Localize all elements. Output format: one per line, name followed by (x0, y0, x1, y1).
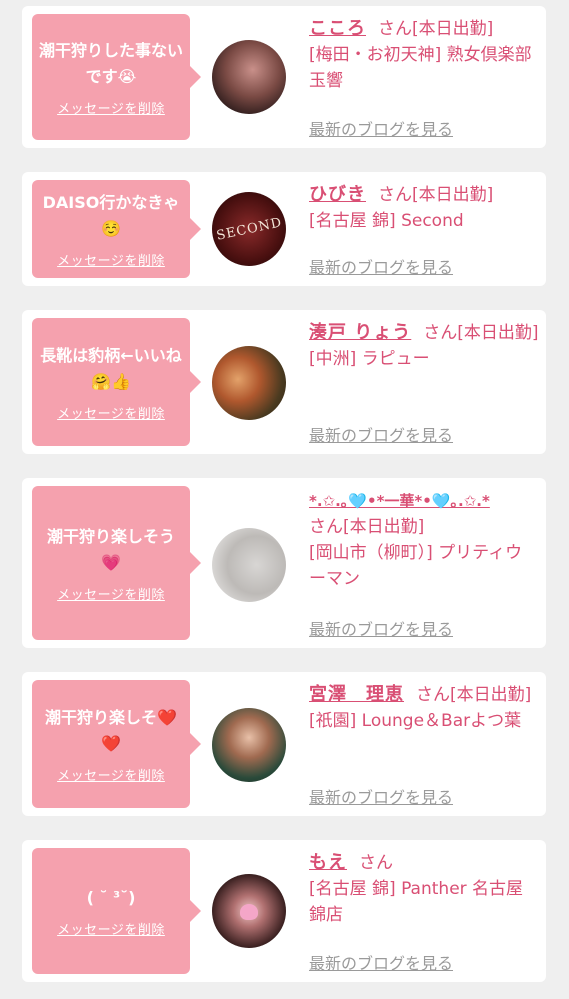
message-bubble: 長靴は豹柄←いいね🤗👍 メッセージを削除 (32, 318, 201, 446)
delete-message-link[interactable]: メッセージを削除 (57, 919, 165, 938)
latest-blog-link[interactable]: 最新のブログを見る (309, 950, 453, 974)
message-bubble: ( ˘ ³˘) メッセージを削除 (32, 848, 201, 974)
honorific: さん (359, 853, 393, 873)
message-text: 潮干狩り楽しそ❤️❤️ (45, 707, 177, 753)
shop-name: [名古屋 錦] Panther 名古屋錦店 (309, 879, 524, 925)
avatar-logo-text: SECOND (214, 214, 284, 244)
cast-info: *.✩.｡🩵•*一華*•🩵｡.✩.* さん[本日出勤] [岡山市（柳町）] プリ… (309, 488, 539, 592)
status-text: [本日出勤] (457, 323, 539, 343)
cast-name-link[interactable]: *.✩.｡🩵•*一華*•🩵｡.✩.* (309, 492, 490, 510)
message-text: 潮干狩りした事ないです😭 (38, 40, 183, 86)
latest-blog-link[interactable]: 最新のブログを見る (309, 422, 453, 446)
message-card: 潮干狩り楽しそう💗 メッセージを削除 *.✩.｡🩵•*一華*•🩵｡.✩.* さん… (22, 478, 546, 648)
avatar[interactable] (212, 874, 286, 948)
message-bubble: 潮干狩りした事ないです😭 メッセージを削除 (32, 14, 201, 140)
cast-name-link[interactable]: こころ (309, 18, 366, 39)
avatar[interactable] (212, 708, 286, 782)
shop-name: [梅田・お初天神] 熟女倶楽部 玉響 (309, 45, 532, 91)
delete-message-link[interactable]: メッセージを削除 (57, 98, 165, 117)
avatar[interactable] (212, 528, 286, 602)
message-text: ( ˘ ³˘) (86, 887, 136, 907)
message-text: 長靴は豹柄←いいね🤗👍 (40, 345, 182, 391)
delete-message-link[interactable]: メッセージを削除 (57, 250, 165, 269)
cast-name-link[interactable]: もえ (309, 852, 347, 873)
cast-info: こころ さん[本日出勤] [梅田・お初天神] 熟女倶楽部 玉響 (309, 16, 539, 94)
heart-sticker-icon (240, 904, 258, 920)
shop-name: [中洲] ラピュー (309, 349, 430, 369)
status-text: [本日出勤] (412, 19, 494, 39)
cast-info: 宮澤 理恵 さん[本日出勤] [祇園] Lounge＆Barよつ葉 (309, 682, 539, 734)
honorific: さん (416, 685, 450, 705)
message-bubble: DAISO行かなきゃ☺️ メッセージを削除 (32, 180, 201, 278)
avatar[interactable] (212, 346, 286, 420)
latest-blog-link[interactable]: 最新のブログを見る (309, 616, 453, 640)
message-card: 潮干狩り楽しそ❤️❤️ メッセージを削除 宮澤 理恵 さん[本日出勤] [祇園] … (22, 672, 546, 816)
cast-name-link[interactable]: 湊戸 りょう (309, 322, 411, 343)
honorific: さん (378, 19, 412, 39)
status-text: [本日出勤] (412, 185, 494, 205)
honorific: さん (423, 323, 458, 343)
delete-message-link[interactable]: メッセージを削除 (57, 584, 165, 603)
cast-info: ひびき さん[本日出勤] [名古屋 錦] Second (309, 182, 539, 234)
latest-blog-link[interactable]: 最新のブログを見る (309, 784, 453, 808)
avatar[interactable]: SECOND (212, 192, 286, 266)
delete-message-link[interactable]: メッセージを削除 (57, 765, 165, 784)
cast-info: 湊戸 りょう さん[本日出勤] [中洲] ラピュー (309, 320, 539, 372)
message-card: 長靴は豹柄←いいね🤗👍 メッセージを削除 湊戸 りょう さん[本日出勤] [中洲]… (22, 310, 546, 454)
message-card: ( ˘ ³˘) メッセージを削除 もえ さん [名古屋 錦] Panther 名古… (22, 840, 546, 982)
status-text: [本日出勤] (343, 517, 425, 537)
honorific: さん (309, 517, 343, 537)
message-text: 潮干狩り楽しそう💗 (46, 526, 175, 572)
avatar[interactable] (212, 40, 286, 114)
cast-name-link[interactable]: 宮澤 理恵 (309, 684, 404, 705)
shop-name: [祇園] Lounge＆Barよつ葉 (309, 711, 522, 731)
message-bubble: 潮干狩り楽しそう💗 メッセージを削除 (32, 486, 201, 640)
cast-name-link[interactable]: ひびき (309, 184, 366, 205)
message-card: DAISO行かなきゃ☺️ メッセージを削除 SECOND ひびき さん[本日出勤]… (22, 172, 546, 286)
shop-name: [名古屋 錦] Second (309, 211, 464, 231)
delete-message-link[interactable]: メッセージを削除 (57, 403, 165, 422)
latest-blog-link[interactable]: 最新のブログを見る (309, 116, 453, 140)
latest-blog-link[interactable]: 最新のブログを見る (309, 254, 453, 278)
shop-name: [岡山市（柳町）] プリティウーマン (309, 543, 523, 589)
honorific: さん (378, 185, 412, 205)
message-bubble: 潮干狩り楽しそ❤️❤️ メッセージを削除 (32, 680, 201, 808)
cast-info: もえ さん [名古屋 錦] Panther 名古屋錦店 (309, 850, 539, 928)
message-text: DAISO行かなきゃ☺️ (42, 192, 180, 238)
status-text: [本日出勤] (450, 685, 532, 705)
message-card: 潮干狩りした事ないです😭 メッセージを削除 こころ さん[本日出勤] [梅田・お初… (22, 6, 546, 148)
